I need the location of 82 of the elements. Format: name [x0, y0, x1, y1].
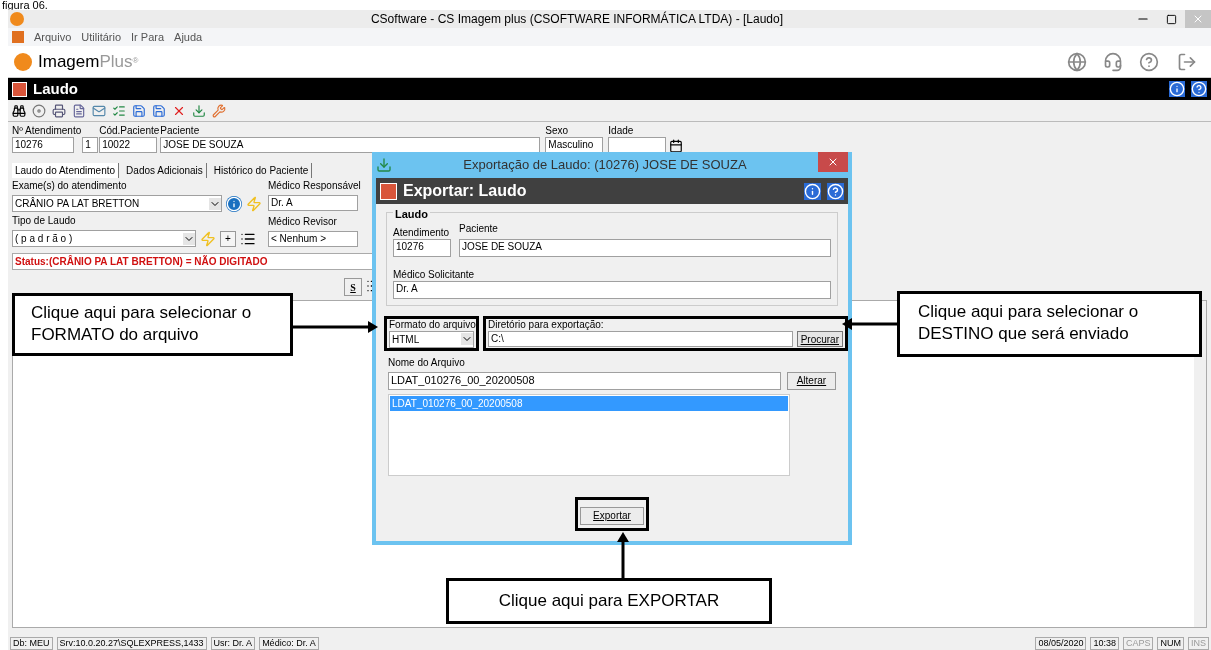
- tab[interactable]: Laudo do Atendimento: [12, 163, 120, 178]
- field-label: Nº Atendimento: [12, 125, 82, 137]
- mail-icon[interactable]: [92, 103, 106, 118]
- field-label: Paciente: [459, 222, 499, 235]
- menu-item[interactable]: Arquivo: [34, 28, 72, 46]
- field-label: Formato do arquivo: [389, 318, 474, 331]
- text-field[interactable]: JOSE DE SOUZA: [459, 238, 831, 257]
- menu-item[interactable]: Ajuda: [174, 28, 203, 46]
- close-icon: [827, 156, 839, 168]
- info-icon[interactable]: [226, 195, 242, 212]
- save-icon[interactable]: [132, 103, 146, 118]
- exam-dropdown[interactable]: CRÂNIO PA LAT BRETTON: [12, 195, 222, 212]
- add-button[interactable]: +: [220, 230, 236, 247]
- export-button[interactable]: Exportar: [580, 506, 644, 525]
- text-field[interactable]: 10276: [12, 137, 74, 153]
- report-type-dropdown[interactable]: ( p a d r ã o ): [12, 230, 196, 247]
- callout-tooltip: Clique aqui para selecionar o DESTINO que será enviado: [897, 291, 1202, 357]
- field-label: Paciente: [160, 125, 201, 137]
- status-panel: Médico: Dr. A: [259, 636, 319, 650]
- info-icon[interactable]: [804, 182, 821, 200]
- field-label: Atendimento: [393, 226, 451, 239]
- change-button[interactable]: Alterar: [786, 371, 836, 390]
- reviewer-field[interactable]: < Nenhum >: [268, 231, 358, 247]
- arrow: [617, 532, 629, 578]
- form-title: Laudo: [33, 78, 79, 99]
- close-icon: [1192, 13, 1204, 25]
- document-icon[interactable]: [72, 103, 86, 118]
- restore-icon[interactable]: [1166, 13, 1177, 25]
- brand-name: ImagemPlus$^{®}$: [38, 50, 139, 73]
- age-field[interactable]: [608, 137, 667, 153]
- info-icon[interactable]: [1169, 81, 1185, 97]
- menu-item[interactable]: Utilitário: [81, 28, 122, 46]
- callout-box: Clique aqui para selecionar o FORMATO do arquivo: [12, 293, 293, 356]
- status-panel: 08/05/2020: [1035, 636, 1087, 650]
- sex-field[interactable]: Masculino: [545, 137, 604, 153]
- field-label: Médico Solicitante: [393, 268, 476, 281]
- status-panel: INS: [1188, 636, 1209, 650]
- browse-button[interactable]: Procurar: [796, 330, 843, 347]
- save-icon[interactable]: [152, 103, 166, 118]
- filename-field[interactable]: LDAT_010276_00_20200508: [388, 371, 781, 390]
- status-panel: CAPS: [1122, 636, 1154, 650]
- callout-box: Clique aqui para EXPORTAR: [446, 578, 772, 624]
- brand-logo-icon: [14, 52, 32, 71]
- menu-logo-icon: [12, 31, 24, 43]
- text-field[interactable]: 1: [82, 137, 99, 153]
- field-label: Diretório para exportação:: [488, 318, 605, 331]
- text-field[interactable]: JOSE DE SOUZA: [160, 137, 541, 153]
- status-panel: Usr: Dr. A: [210, 636, 256, 650]
- support-agent-icon[interactable]: [1103, 51, 1123, 72]
- field-label: Cód.Paciente: [99, 125, 160, 137]
- status-panel: 10:38: [1090, 636, 1119, 650]
- doctor-field[interactable]: Dr. A: [268, 195, 358, 211]
- wrench-icon[interactable]: [212, 103, 226, 118]
- status-panel: Db: MEU: [10, 636, 53, 650]
- text-field[interactable]: 10276: [393, 238, 451, 257]
- format-dropdown[interactable]: HTML: [389, 330, 474, 348]
- strikethrough-button[interactable]: S: [344, 278, 362, 296]
- text-field[interactable]: 10022: [99, 137, 158, 153]
- window-title: CSoftware - CS Imagem plus (CSOFTWARE INFORMÁTICA LTDA) - [Laudo]: [369, 10, 785, 28]
- app-logo-icon: [10, 12, 24, 26]
- field-label: Nome do Arquivo: [388, 356, 466, 369]
- dialog-title: Exportação de Laudo: (10276) JOSE DE SOUZA: [462, 156, 748, 175]
- field-label: Médico Revisor: [268, 216, 338, 228]
- printer-icon[interactable]: [52, 103, 66, 118]
- exit-door-icon[interactable]: [1177, 51, 1197, 72]
- status-panel: Srv:10.0.20.27\SQLEXPRESS,1433: [56, 636, 207, 650]
- text-field[interactable]: Dr. A: [393, 280, 831, 299]
- directory-field[interactable]: C:\: [488, 330, 793, 347]
- dialog-header: Exportar: Laudo: [403, 181, 528, 201]
- field-label: Sexo: [545, 125, 570, 137]
- field-label: Médico Responsável: [268, 180, 361, 192]
- status-panel: NUM: [1157, 636, 1184, 650]
- export-icon: [376, 157, 392, 173]
- calendar-icon[interactable]: [669, 139, 684, 153]
- field-label: Exame(s) do atendimento: [12, 180, 128, 192]
- menu-item[interactable]: Ir Para: [131, 28, 165, 46]
- tab[interactable]: Dados Adicionais: [123, 163, 207, 178]
- field-label: Tipo de Laudo: [12, 215, 77, 227]
- binoculars-icon[interactable]: [12, 103, 26, 118]
- globe-icon[interactable]: [1067, 51, 1087, 72]
- disc-icon[interactable]: [32, 103, 46, 118]
- field-label: Idade: [608, 125, 635, 137]
